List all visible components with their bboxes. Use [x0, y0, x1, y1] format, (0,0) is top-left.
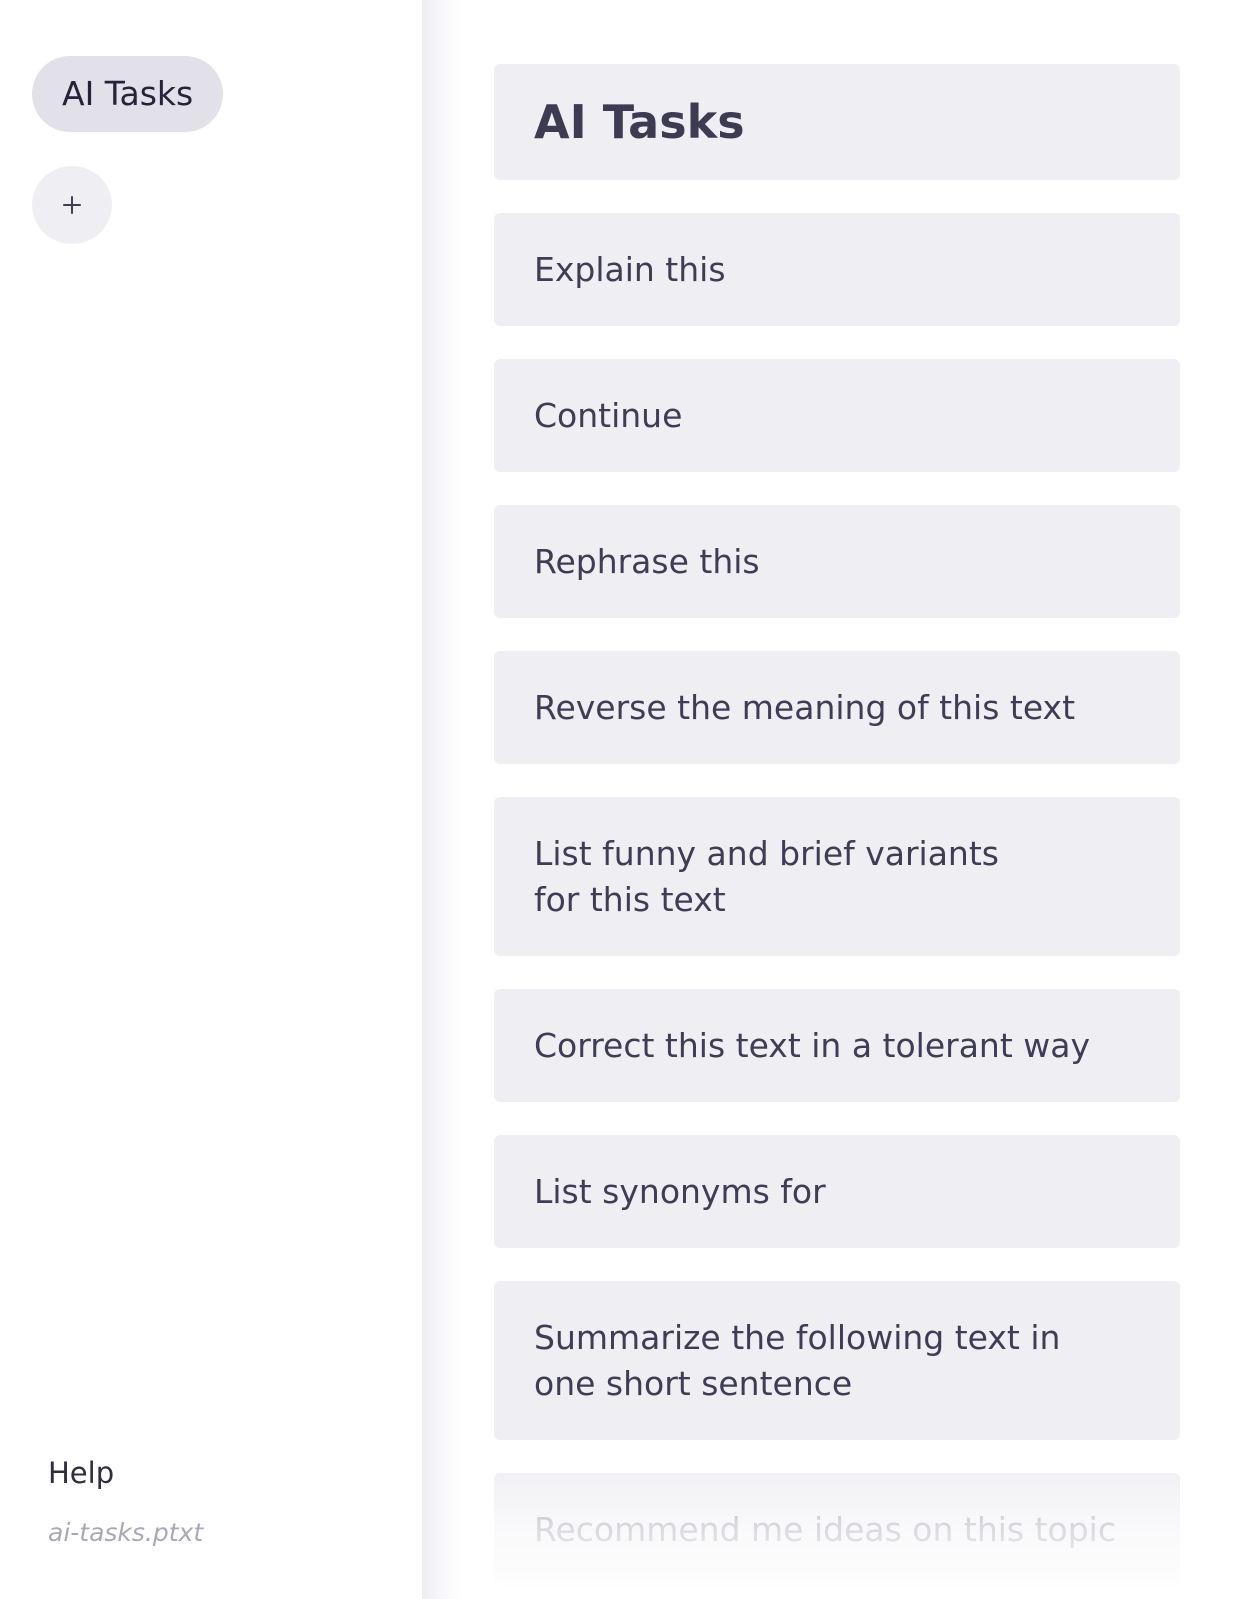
- task-label: Recommend me ideas on this topic: [534, 1509, 1116, 1549]
- task-label: List funny and brief variants for this t…: [534, 833, 999, 919]
- task-card[interactable]: Recommend me ideas on this topic: [494, 1473, 1180, 1586]
- task-list: AI Tasks Explain this Continue Rephrase …: [494, 64, 1180, 1599]
- task-card[interactable]: Continue: [494, 359, 1180, 472]
- main-panel: AI Tasks Explain this Continue Rephrase …: [462, 0, 1260, 1599]
- plus-icon: [63, 196, 81, 214]
- sidebar-tab-ai-tasks[interactable]: AI Tasks: [32, 56, 224, 132]
- task-card[interactable]: List synonyms for: [494, 1135, 1180, 1248]
- add-file-button[interactable]: [32, 166, 112, 244]
- task-label: Reverse the meaning of this text: [534, 687, 1076, 727]
- task-label: Summarize the following text in one shor…: [534, 1317, 1061, 1403]
- task-card[interactable]: Rephrase this: [494, 505, 1180, 618]
- task-label: Explain this: [534, 249, 726, 289]
- task-label: Correct this text in a tolerant way: [534, 1025, 1091, 1065]
- help-link[interactable]: Help: [48, 1456, 114, 1490]
- task-label: Continue: [534, 395, 683, 435]
- task-card[interactable]: List funny and brief variants for this t…: [494, 797, 1180, 956]
- file-name-label: ai-tasks.ptxt: [48, 1518, 204, 1547]
- task-card[interactable]: Correct this text in a tolerant way: [494, 989, 1180, 1102]
- task-label: Rephrase this: [534, 541, 760, 581]
- task-card[interactable]: Summarize the following text in one shor…: [494, 1281, 1180, 1440]
- sidebar-divider: [422, 0, 462, 1599]
- app-window: AI Tasks Help ai-tasks.ptxt AI Tasks Exp…: [0, 0, 1260, 1599]
- task-label: List synonyms for: [534, 1171, 826, 1211]
- sidebar: AI Tasks Help ai-tasks.ptxt: [0, 0, 422, 1599]
- task-card[interactable]: Reverse the meaning of this text: [494, 651, 1180, 764]
- page-title: AI Tasks: [494, 64, 1180, 180]
- task-card[interactable]: Explain this: [494, 213, 1180, 326]
